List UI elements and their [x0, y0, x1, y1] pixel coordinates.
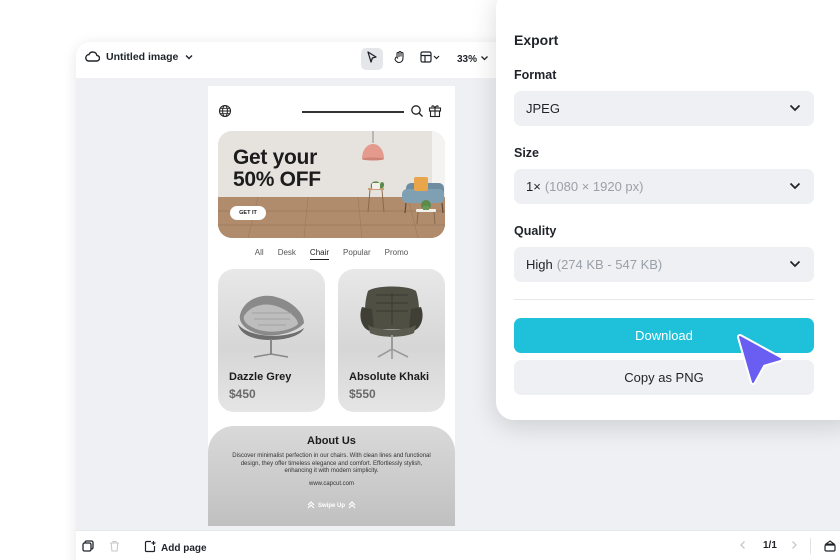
chevron-down-icon [184, 53, 194, 61]
add-page-button[interactable]: Add page [144, 540, 207, 556]
document-title: Untitled image [106, 51, 179, 63]
design-canvas[interactable]: Get your 50% OFF GET IT All Desk Chair P… [208, 86, 455, 526]
swipe-up-label: Swipe Up [317, 503, 345, 509]
about-url: www.capcut.com [308, 481, 354, 487]
about-title: About Us [307, 435, 356, 447]
canvas-tools: 33% [361, 48, 489, 70]
duplicate-page-icon[interactable] [82, 540, 94, 552]
cloud-icon [84, 50, 100, 64]
category-tab[interactable]: Popular [343, 248, 371, 260]
bottom-divider [810, 538, 811, 554]
layout-icon [420, 50, 442, 68]
double-chevron-up-icon [348, 501, 356, 511]
add-page-icon [144, 540, 156, 556]
zoom-menu[interactable]: 33% [451, 54, 489, 65]
chevron-down-icon [788, 258, 802, 273]
product-card[interactable]: Dazzle Grey $450 [218, 269, 325, 412]
previous-page-icon[interactable] [739, 540, 747, 550]
product-price: $550 [349, 387, 376, 401]
layout-menu-button[interactable] [417, 48, 445, 70]
format-value: JPEG [526, 101, 560, 116]
product-name: Dazzle Grey [229, 371, 292, 383]
format-select[interactable]: JPEG [514, 91, 814, 126]
globe-icon [218, 104, 232, 123]
quality-select[interactable]: High (274 KB - 547 KB) [514, 247, 814, 282]
category-tab-selected[interactable]: Chair [309, 248, 330, 260]
headline-line-1: Get your [233, 146, 317, 169]
banner-headline: Get your 50% OFF [233, 147, 321, 191]
size-label: Size [514, 146, 540, 160]
category-tabs: All Desk Chair Popular Promo [208, 248, 455, 260]
about-section: About Us Discover minimalist perfection … [208, 426, 455, 526]
size-select[interactable]: 1× (1080 × 1920 px) [514, 169, 814, 204]
double-chevron-up-icon [307, 501, 315, 511]
category-tab[interactable]: All [255, 248, 264, 260]
mouse-cursor-icon [734, 333, 784, 392]
promo-banner: Get your 50% OFF GET IT [218, 131, 445, 238]
quality-detail: (274 KB - 547 KB) [556, 257, 663, 272]
swipe-up-hint: Swipe Up [208, 501, 455, 511]
document-title-menu[interactable]: Untitled image [84, 50, 194, 64]
editor-bottom-bar: Add page 1/1 [76, 530, 840, 560]
category-tab[interactable]: Promo [385, 248, 409, 260]
chevron-down-icon [480, 54, 489, 65]
select-tool-button[interactable] [361, 48, 383, 70]
about-text: Discover minimalist perfection in our ch… [232, 453, 431, 475]
headline-line-2: 50% OFF [233, 168, 321, 191]
size-value: 1× [526, 179, 541, 194]
product-price: $450 [229, 387, 256, 401]
grey-chair-image [238, 295, 304, 358]
next-page-icon[interactable] [790, 540, 798, 550]
khaki-chair-image [360, 286, 423, 359]
hand-tool-button[interactable] [389, 48, 411, 70]
category-tab[interactable]: Desk [278, 248, 296, 260]
chevron-down-icon [788, 102, 802, 117]
chevron-down-icon [788, 180, 802, 195]
size-detail: (1080 × 1920 px) [544, 179, 644, 194]
page-counter: 1/1 [763, 540, 777, 551]
search-underline [302, 111, 404, 113]
trash-icon[interactable] [109, 540, 120, 552]
pointer-icon [365, 50, 379, 69]
panel-divider [514, 299, 814, 300]
gift-icon [428, 103, 442, 123]
product-card[interactable]: Absolute Khaki $550 [338, 269, 445, 412]
hand-icon [393, 50, 407, 69]
export-title: Export [514, 32, 559, 48]
export-panel: Export Format JPEG Size 1× (1080 × 1920 … [496, 0, 840, 420]
quality-value: High [526, 257, 553, 272]
add-page-label: Add page [161, 542, 207, 554]
quality-label: Quality [514, 224, 557, 238]
layers-icon[interactable] [824, 540, 836, 552]
format-label: Format [514, 68, 557, 82]
search-icon [410, 104, 424, 123]
get-it-button[interactable]: GET IT [230, 206, 266, 220]
product-name: Absolute Khaki [349, 371, 430, 383]
zoom-level: 33% [457, 53, 478, 65]
